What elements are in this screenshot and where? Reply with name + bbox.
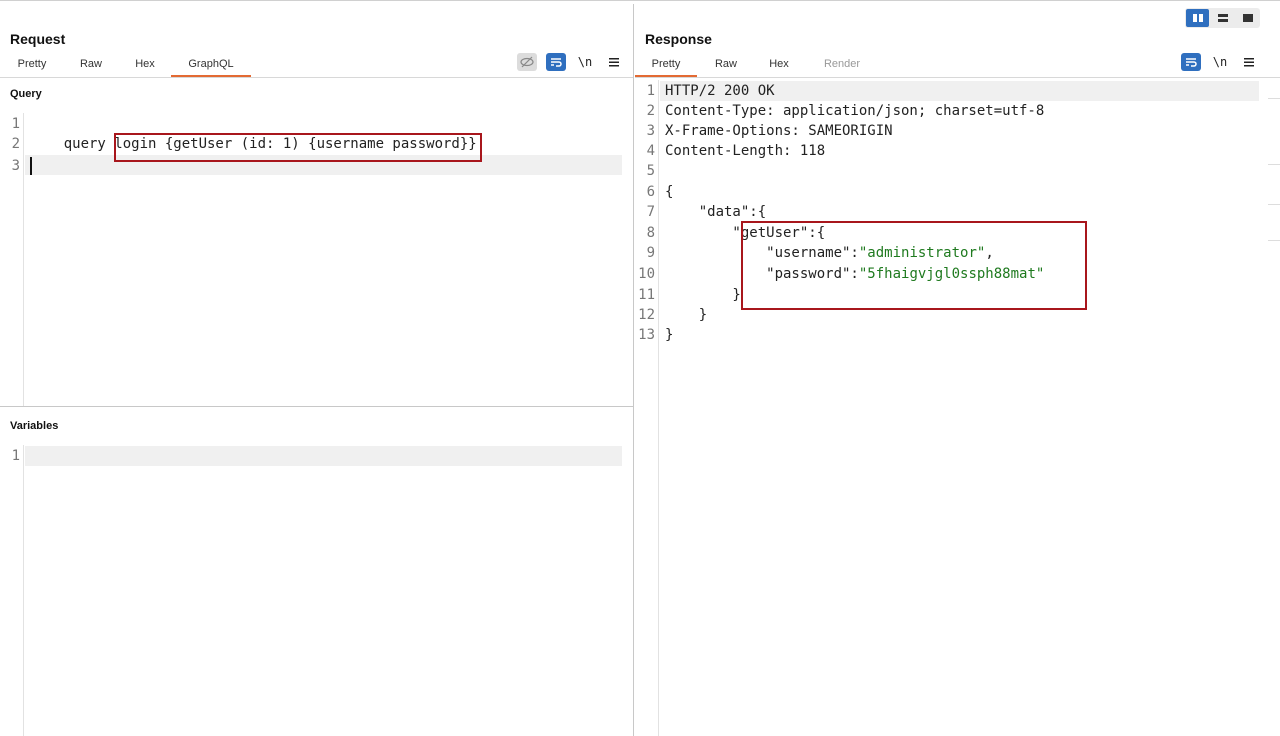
line-number: 7 bbox=[646, 204, 655, 220]
code-line: 3 X-Frame-Options: SAMEORIGIN bbox=[635, 121, 1270, 141]
eye-slash-icon bbox=[520, 56, 534, 68]
request-tab-raw[interactable]: Raw bbox=[70, 58, 112, 77]
wrap-icon bbox=[551, 58, 562, 67]
code-line: 6{ bbox=[635, 182, 1270, 202]
response-highlight-box bbox=[741, 221, 1087, 310]
line-number: 9 bbox=[646, 245, 655, 261]
code-line: 4 Content-Length: 118 bbox=[635, 141, 1270, 161]
code-line: 5 bbox=[635, 161, 1270, 181]
wrap-icon bbox=[1186, 58, 1197, 67]
code-line: 1 bbox=[0, 114, 623, 134]
query-section-label: Query bbox=[10, 88, 42, 100]
response-editor[interactable]: 1 HTTP/2 200 OK 2 Content-Type: applicatio… bbox=[635, 80, 1280, 736]
line-number: 8 bbox=[646, 225, 655, 241]
text-cursor bbox=[30, 157, 32, 175]
variables-gutter bbox=[0, 445, 24, 736]
line-code: } bbox=[665, 307, 708, 323]
variables-editor[interactable]: 1 bbox=[0, 445, 633, 736]
response-title: Response bbox=[645, 31, 712, 47]
response-tab-hex[interactable]: Hex bbox=[758, 58, 800, 77]
line-number: 1 bbox=[11, 448, 20, 464]
code-line: 13} bbox=[635, 325, 1270, 345]
request-menu-button[interactable] bbox=[604, 53, 624, 71]
line-code: } bbox=[665, 287, 741, 303]
request-tab-pretty[interactable]: Pretty bbox=[10, 58, 54, 77]
line-code: Content-Type: application/json; charset=… bbox=[665, 103, 1045, 119]
wrap-lines-button[interactable] bbox=[1181, 53, 1201, 71]
line-number: 12 bbox=[638, 307, 655, 323]
scroll-marker bbox=[1268, 204, 1280, 205]
line-code: "data":{ bbox=[665, 204, 767, 220]
query-variables-divider[interactable] bbox=[0, 406, 634, 407]
line-code: } bbox=[665, 327, 674, 343]
code-line: 7 "data":{ bbox=[635, 202, 1270, 222]
query-editor[interactable]: 1 2 query login {getUser (id: 1) {userna… bbox=[0, 113, 633, 406]
hamburger-menu-icon bbox=[609, 58, 619, 67]
line-number: 2 bbox=[646, 103, 655, 119]
line-number: 1 bbox=[646, 83, 655, 99]
line-number: 10 bbox=[638, 266, 655, 282]
line-number: 3 bbox=[646, 123, 655, 139]
scroll-marker bbox=[1268, 164, 1280, 165]
line-number: 1 bbox=[11, 116, 20, 132]
response-tab-raw[interactable]: Raw bbox=[705, 58, 747, 77]
code-line: 1 HTTP/2 200 OK bbox=[635, 81, 1270, 101]
line-code: X-Frame-Options: SAMEORIGIN bbox=[665, 123, 893, 139]
response-toolbar: \n bbox=[1181, 52, 1259, 72]
code-line: 2 Content-Type: application/json; charset… bbox=[635, 101, 1270, 121]
request-tab-graphql[interactable]: GraphQL bbox=[171, 58, 251, 77]
line-number: 5 bbox=[646, 163, 655, 179]
hide-nonprintable-button[interactable] bbox=[517, 53, 537, 71]
line-number: 6 bbox=[646, 184, 655, 200]
code-line: 1 bbox=[0, 446, 623, 466]
response-panel: Response Pretty Raw Hex Render \n 1 HTTP/… bbox=[635, 4, 1280, 736]
response-menu-button[interactable] bbox=[1239, 53, 1259, 71]
line-number: 2 bbox=[11, 136, 20, 152]
response-tab-render[interactable]: Render bbox=[815, 58, 869, 77]
request-tab-hex[interactable]: Hex bbox=[124, 58, 166, 77]
show-newlines-button[interactable]: \n bbox=[575, 53, 595, 71]
wrap-lines-button[interactable] bbox=[546, 53, 566, 71]
line-number: 13 bbox=[638, 327, 655, 343]
request-title: Request bbox=[10, 31, 66, 47]
request-toolbar: \n bbox=[517, 52, 624, 72]
scroll-marker bbox=[1268, 240, 1280, 241]
line-number: 3 bbox=[11, 158, 20, 174]
line-code: { bbox=[665, 184, 674, 200]
line-number: 11 bbox=[638, 287, 655, 303]
request-panel: Request Pretty Raw Hex GraphQL \n Query … bbox=[0, 4, 634, 736]
scroll-marker bbox=[1268, 98, 1280, 99]
line-code: HTTP/2 200 OK bbox=[665, 83, 775, 99]
response-tab-pretty[interactable]: Pretty bbox=[635, 58, 697, 77]
query-highlight-box bbox=[114, 133, 482, 162]
hamburger-menu-icon bbox=[1244, 58, 1254, 67]
variables-section-label: Variables bbox=[10, 420, 59, 432]
line-code: Content-Length: 118 bbox=[665, 143, 826, 159]
line-number: 4 bbox=[646, 143, 655, 159]
show-newlines-button[interactable]: \n bbox=[1210, 53, 1230, 71]
